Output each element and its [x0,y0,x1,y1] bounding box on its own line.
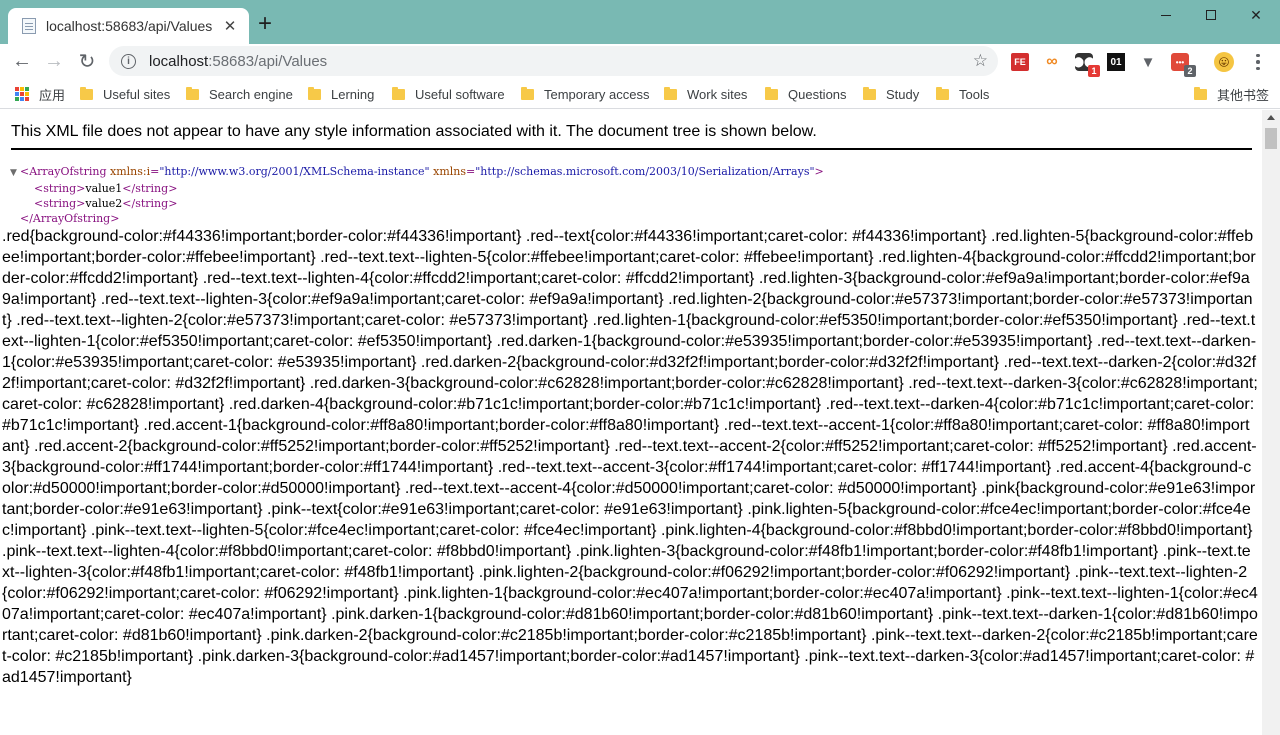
url-path: :58683/api/Values [208,52,328,70]
folder-icon [392,86,405,100]
xml-tag: </ArrayOfstring> [20,212,120,225]
xml-tree: ▼ <ArrayOfstring xmlns:i="http://www.w3.o… [10,164,824,226]
bookmark-label: Useful sites [103,86,171,102]
tab-title: localhost:58683/api/Values [46,18,213,34]
site-info-icon[interactable]: i [121,53,136,69]
folder-icon [186,86,199,100]
reload-button[interactable]: ↻ [74,48,100,74]
folder-icon [936,86,949,100]
browser-tab[interactable]: localhost:58683/api/Values ✕ [8,8,249,44]
xml-text: value2 [85,197,123,210]
infinity-extension-icon[interactable]: ∞ [1043,53,1061,71]
apps-grid-icon [15,87,29,101]
xml-attribute-value: "http://schemas.microsoft.com/2003/10/Se… [475,165,815,178]
toolbar: ← → ↻ i localhost:58683/api/Values ☆ FE … [0,44,1280,77]
folder-icon [664,86,677,100]
bookmark-folder[interactable]: Tools [936,84,989,104]
extension-badge: 1 [1088,65,1100,77]
url-host: localhost [149,52,209,70]
zero-one-extension-icon[interactable]: 01 [1107,53,1125,71]
new-tab-button[interactable]: + [258,12,272,36]
maximize-icon [1206,10,1216,20]
xml-text: value1 [85,182,123,195]
xml-attribute-name: xmlns:i [110,165,151,178]
close-window-button[interactable]: ✕ [1233,0,1279,30]
title-bar: localhost:58683/api/Values ✕ + ✕ [0,0,1280,44]
folder-icon [308,86,321,100]
scroll-thumb[interactable] [1265,128,1277,149]
xml-tag: <string> [34,197,86,210]
bookmark-folder[interactable]: Search engine [186,84,293,104]
tampermonkey-extension-icon[interactable]: ⬤⬤ 1 [1073,53,1100,77]
bookmark-label: Study [886,86,920,102]
bookmark-label: Search engine [209,86,293,102]
other-bookmarks[interactable]: 其他书签 [1194,84,1269,104]
bookmark-star-icon[interactable]: ☆ [973,51,988,71]
bookmark-folder[interactable]: Work sites [664,84,747,104]
xml-tag: <string> [34,182,86,195]
bookmark-label: Tools [959,86,990,102]
fe-extension-icon[interactable]: FE [1011,53,1029,71]
message-glyph: ••• [1175,57,1185,67]
xml-attribute-name: xmlns [433,165,466,178]
apps-label: 应用 [39,87,66,103]
xml-element-line: <string>value2</string> [10,196,824,211]
bookmark-folder[interactable]: Useful software [392,84,505,104]
bookmark-folder[interactable]: Useful sites [80,84,170,104]
bookmark-folder[interactable]: Temporary access [521,84,649,104]
bookmark-label: Temporary access [544,86,650,102]
bookmark-label: Work sites [687,86,748,102]
folder-icon [80,86,93,100]
xml-tag: </string> [122,182,178,195]
folder-icon [863,86,876,100]
forward-button[interactable]: → [41,48,67,74]
folder-icon [765,86,778,100]
apps-shortcut[interactable]: 应用 [15,84,65,104]
minimize-icon [1161,14,1171,16]
v-extension-icon[interactable]: ▼ [1139,53,1157,71]
extension-badge: 2 [1184,65,1196,77]
maximize-button[interactable] [1188,0,1234,30]
vertical-scrollbar[interactable] [1262,110,1280,735]
browser-menu-icon[interactable] [1250,52,1266,72]
bookmark-label: Lerning [331,86,375,102]
xml-root-open-line: ▼ <ArrayOfstring xmlns:i="http://www.w3.o… [10,164,824,181]
scroll-up-arrow-icon[interactable] [1267,115,1275,120]
message-extension-icon[interactable]: ••• 2 [1171,53,1196,77]
xml-attribute-value: "http://www.w3.org/2001/XMLSchema-instan… [159,165,430,178]
page-content: This XML file does not appear to have an… [0,110,1262,735]
page-icon [22,18,36,34]
bookmark-label: Questions [788,86,847,102]
xml-element-line: <string>value1</string> [10,181,824,196]
bookmarks-bar: 应用 Useful sites Search engine Lerning Us… [0,79,1280,109]
css-text-dump: .red{background-color:#f44336!important;… [2,228,1258,686]
xml-tag: </string> [122,197,178,210]
address-bar[interactable]: i localhost:58683/api/Values ☆ [109,46,998,76]
bookmark-label: Useful software [415,86,505,102]
xml-style-notice: This XML file does not appear to have an… [11,123,1252,150]
tab-close-icon[interactable]: ✕ [221,17,239,35]
bookmark-folder[interactable]: Study [863,84,919,104]
xml-root-close-line: </ArrayOfstring> [10,211,824,226]
bookmark-folder[interactable]: Questions [765,84,847,104]
profile-avatar-icon[interactable]: 😛 [1214,52,1234,72]
back-button[interactable]: ← [9,48,35,74]
collapse-triangle-icon[interactable]: ▼ [10,166,20,181]
bookmark-folder[interactable]: Lerning [308,84,374,104]
bookmark-label: 其他书签 [1217,87,1270,103]
folder-icon [521,86,534,100]
url-text[interactable]: localhost:58683/api/Values [149,53,973,70]
xml-tag: <ArrayOfstring [20,165,107,178]
folder-icon [1194,86,1207,100]
minimize-button[interactable] [1143,0,1189,30]
